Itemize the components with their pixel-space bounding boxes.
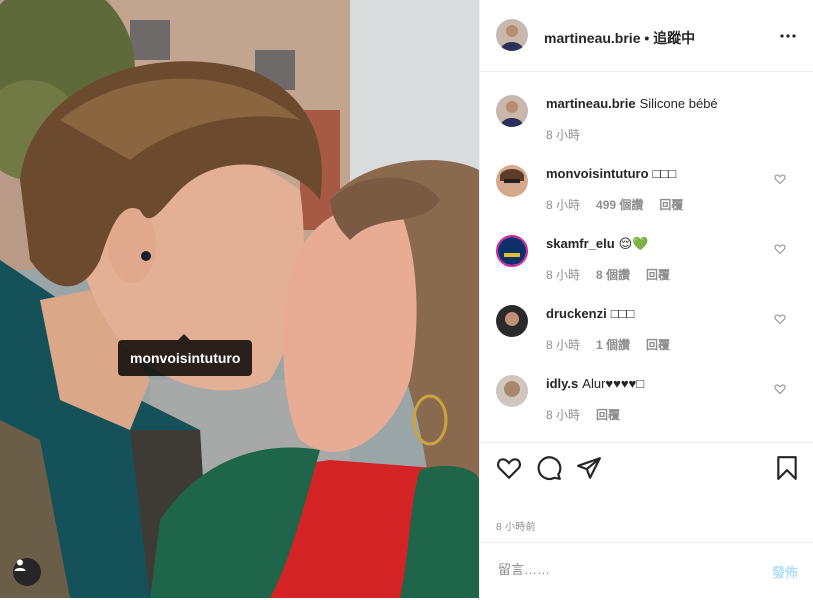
avatar[interactable]: [496, 235, 528, 267]
heart-icon[interactable]: [774, 243, 786, 255]
avatar[interactable]: [496, 375, 528, 407]
comment-time[interactable]: 8 小時: [546, 338, 580, 352]
comment-meta: 8 小時 回覆: [546, 406, 636, 423]
reply-button[interactable]: 回覆: [646, 268, 670, 282]
comments-list: martineau.brie Silicone bébé 8 小時 monvois…: [480, 72, 813, 442]
avatar[interactable]: [496, 305, 528, 337]
comment-text: druckenzi □□□: [546, 306, 634, 321]
post-actions-bar: [480, 442, 813, 496]
reply-button[interactable]: 回覆: [646, 338, 670, 352]
caption-body: Silicone bébé: [639, 96, 718, 111]
comment-text: skamfr_elu 😌💚: [546, 236, 648, 252]
post-photo[interactable]: monvoisintuturo: [0, 0, 479, 598]
list-item: druckenzi □□□ 8 小時 1 個讚 回覆: [480, 282, 813, 352]
photo-user-tag-label: monvoisintuturo: [130, 350, 241, 366]
comment-body: □□□: [610, 306, 635, 321]
more-horizontal-icon: [780, 34, 796, 38]
follow-status-button[interactable]: 追蹤中: [653, 30, 695, 46]
photo-user-tag[interactable]: monvoisintuturo: [118, 334, 253, 376]
more-options-button[interactable]: [776, 24, 800, 48]
comment-likes[interactable]: 1 個讚: [596, 338, 630, 352]
reply-button[interactable]: 回覆: [596, 408, 620, 422]
comment-time[interactable]: 8 小時: [546, 408, 580, 422]
comment-text: idly.s Alur♥♥♥♥□: [546, 376, 644, 391]
comment-meta: 8 小時 1 個讚 回覆: [546, 336, 686, 353]
comment-time[interactable]: 8 小時: [546, 268, 580, 282]
comment-avatar-image: [496, 165, 528, 197]
comment-likes[interactable]: 8 個讚: [596, 268, 630, 282]
comment-input[interactable]: [496, 561, 740, 578]
avatar[interactable]: [496, 165, 528, 197]
post-comment-button[interactable]: 發佈: [772, 562, 798, 581]
post-header: martineau.brie • 追蹤中: [480, 0, 813, 72]
header-separator: •: [640, 30, 654, 46]
post-author-line: martineau.brie • 追蹤中: [544, 28, 695, 48]
comment-icon[interactable]: [536, 455, 562, 481]
user-tags-button[interactable]: [13, 558, 41, 586]
caption-avatar-image: [496, 95, 528, 127]
comment-meta: 8 小時 8 個讚 回覆: [546, 266, 686, 283]
comment-body: Alur♥♥♥♥□: [582, 376, 645, 391]
comment-meta: 8 小時 499 個讚 回覆: [546, 196, 699, 213]
comment-time[interactable]: 8 小時: [546, 198, 580, 212]
bookmark-icon[interactable]: [774, 455, 800, 481]
heart-icon[interactable]: [774, 173, 786, 185]
comment-username[interactable]: skamfr_elu: [546, 236, 615, 251]
list-item: skamfr_elu 😌💚 8 小時 8 個讚 回覆: [480, 212, 813, 282]
heart-icon[interactable]: [774, 313, 786, 325]
caption-time[interactable]: 8 小時: [546, 128, 580, 142]
comment-text: monvoisintuturo □□□: [546, 166, 676, 181]
reply-button[interactable]: 回覆: [659, 198, 683, 212]
list-item: monvoisintuturo □□□ 8 小時 499 個讚 回覆: [480, 142, 813, 212]
heart-icon[interactable]: [496, 455, 522, 481]
caption-username[interactable]: martineau.brie: [546, 96, 636, 111]
heart-icon[interactable]: [774, 383, 786, 395]
author-avatar-image: [496, 19, 528, 51]
comment-username[interactable]: monvoisintuturo: [546, 166, 649, 181]
person-icon: [14, 559, 26, 571]
comment-body: 😌💚: [618, 236, 649, 251]
caption-meta: 8 小時: [546, 126, 596, 143]
post-author-username[interactable]: martineau.brie: [544, 30, 640, 46]
comment-likes[interactable]: 499 個讚: [596, 198, 643, 212]
comment-avatar-image: [496, 375, 528, 407]
instagram-post: monvoisintuturo martineau.brie • 追蹤中 mar…: [0, 0, 813, 600]
avatar[interactable]: [496, 19, 528, 51]
share-icon[interactable]: [576, 455, 602, 481]
caption-text: martineau.brie Silicone bébé: [546, 96, 718, 111]
post-caption: martineau.brie Silicone bébé 8 小時: [480, 72, 813, 142]
comment-username[interactable]: druckenzi: [546, 306, 607, 321]
post-side-panel: martineau.brie • 追蹤中 martineau.brie Sili…: [479, 0, 813, 600]
photo-image: [0, 0, 479, 598]
comment-username[interactable]: idly.s: [546, 376, 578, 391]
comment-avatar-image: [496, 305, 528, 337]
avatar[interactable]: [496, 95, 528, 127]
comment-body: □□□: [652, 166, 677, 181]
add-comment-section: 發佈: [480, 542, 813, 598]
post-timestamp[interactable]: 8 小時前: [496, 518, 536, 533]
list-item: idly.s Alur♥♥♥♥□ 8 小時 回覆: [480, 352, 813, 422]
comment-avatar-image: [498, 237, 526, 265]
